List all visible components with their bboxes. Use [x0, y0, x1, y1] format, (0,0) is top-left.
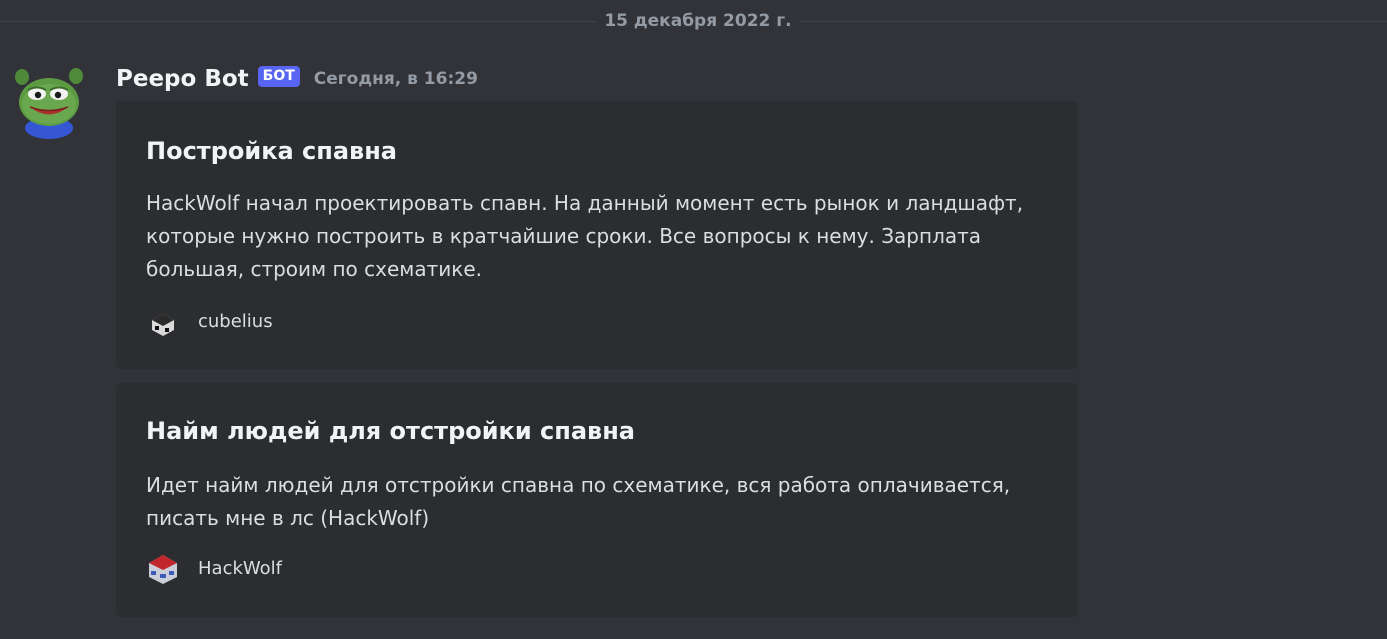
- divider-line-left: [0, 21, 596, 22]
- peepo-frog-avatar-icon: [15, 68, 83, 139]
- embed-footer: HackWolf: [146, 551, 282, 585]
- date-divider: 15 декабря 2022 г.: [0, 8, 1387, 34]
- divider-line-right: [800, 21, 1387, 22]
- embed-footer-text: HackWolf: [198, 557, 282, 579]
- embed-description: HackWolf начал проектировать спавн. На д…: [146, 191, 1024, 281]
- avatar[interactable]: [10, 64, 88, 142]
- embed-card: Постройка спавна HackWolf начал проектир…: [116, 101, 1078, 369]
- author-name[interactable]: Peepo Bot: [116, 66, 249, 92]
- embed-footer: cubelius: [146, 304, 273, 338]
- message-header: Peepo Bot БОТ Сегодня, в 16:29: [116, 62, 478, 96]
- hackwolf-skin-icon[interactable]: [146, 551, 180, 585]
- chat-view: 15 декабря 2022 г. Peepo Bot БОТ Сегодня…: [0, 0, 1387, 639]
- embed-card: Найм людей для отстройки спавна Идет най…: [116, 383, 1078, 617]
- date-divider-label: 15 декабря 2022 г.: [604, 11, 792, 31]
- bot-badge: БОТ: [257, 65, 300, 87]
- embed-footer-text: cubelius: [198, 310, 273, 332]
- cubelius-skin-icon[interactable]: [146, 304, 180, 338]
- embed-description: Идет найм людей для отстройки спавна по …: [146, 473, 1011, 530]
- embed-title: Постройка спавна: [146, 137, 398, 165]
- message-timestamp[interactable]: Сегодня, в 16:29: [314, 69, 478, 89]
- embed-title: Найм людей для отстройки спавна: [146, 417, 635, 445]
